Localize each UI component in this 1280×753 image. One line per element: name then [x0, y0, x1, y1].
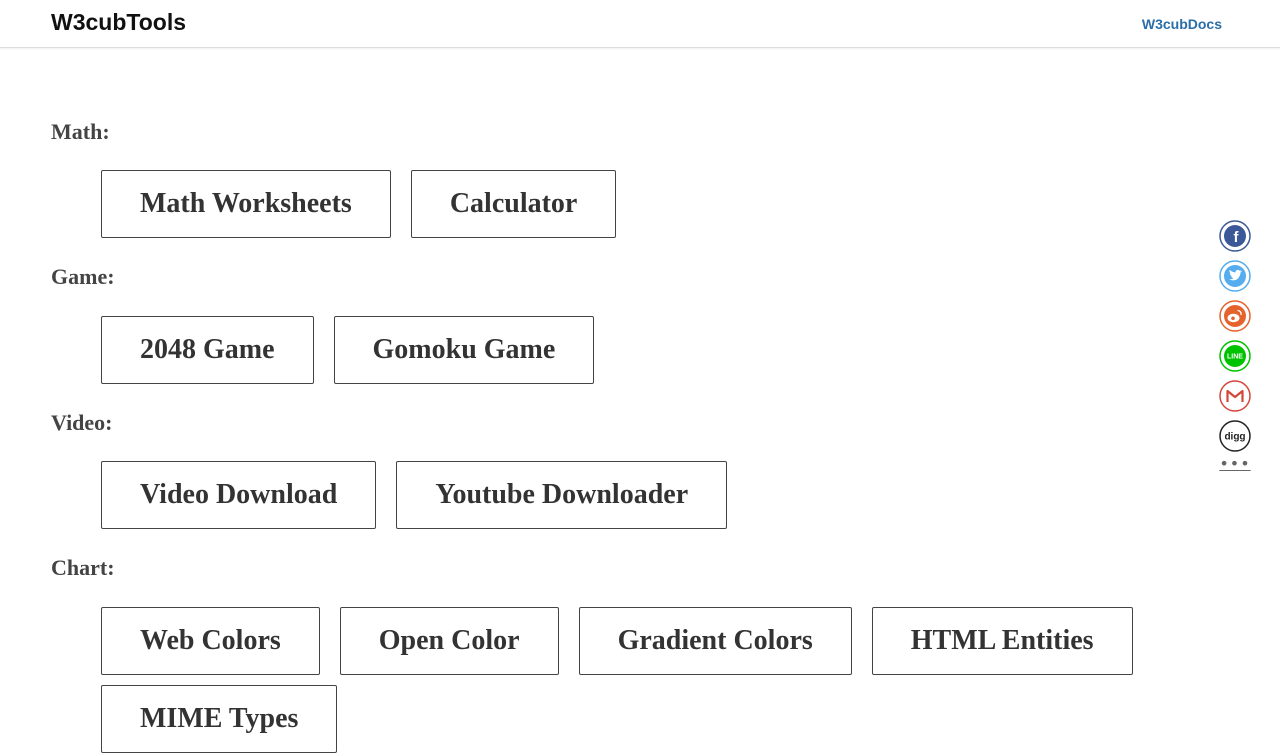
digg-glyph: digg [1224, 432, 1245, 443]
tool-row-video: Video Download Youtube Downloader [101, 461, 728, 529]
share-bar: f LINE digg ••• [1219, 220, 1251, 476]
tool-button-video-download[interactable]: Video Download [101, 461, 377, 529]
site-header: W3cubTools W3cubDocs [0, 0, 1280, 48]
tool-row-chart-2: MIME Types [101, 685, 338, 753]
docs-link[interactable]: W3cubDocs [1142, 15, 1222, 33]
site-logo[interactable]: W3cubTools [51, 7, 186, 37]
tool-button-math-worksheets[interactable]: Math Worksheets [101, 170, 391, 238]
tool-button-mime-types[interactable]: MIME Types [101, 685, 338, 753]
tool-row-math: Math Worksheets Calculator [101, 170, 617, 238]
facebook-icon[interactable]: f [1219, 220, 1251, 252]
tool-row-game: 2048 Game Gomoku Game [101, 316, 595, 384]
weibo-icon[interactable] [1219, 300, 1251, 332]
tool-button-web-colors[interactable]: Web Colors [101, 607, 320, 675]
tool-button-html-entities[interactable]: HTML Entities [871, 607, 1133, 675]
section-title-math: Math: [51, 119, 110, 144]
line-icon[interactable]: LINE [1219, 340, 1251, 372]
tool-button-calculator[interactable]: Calculator [410, 170, 617, 238]
tool-button-open-color[interactable]: Open Color [339, 607, 559, 675]
section-title-game: Game: [51, 264, 115, 289]
twitter-icon[interactable] [1219, 260, 1251, 292]
line-glyph: LINE [1227, 354, 1243, 361]
tool-row-chart: Web Colors Open Color Gradient Colors HT… [101, 607, 1133, 675]
digg-icon[interactable]: digg [1219, 420, 1251, 452]
gmail-icon[interactable] [1219, 380, 1251, 412]
tool-button-youtube-downloader[interactable]: Youtube Downloader [396, 461, 728, 529]
more-icon[interactable]: ••• [1219, 456, 1251, 476]
tool-button-gomoku-game[interactable]: Gomoku Game [333, 316, 595, 384]
tool-button-2048-game[interactable]: 2048 Game [101, 316, 314, 384]
section-title-chart: Chart: [51, 555, 115, 580]
tool-button-gradient-colors[interactable]: Gradient Colors [578, 607, 852, 675]
section-title-video: Video: [51, 410, 113, 435]
